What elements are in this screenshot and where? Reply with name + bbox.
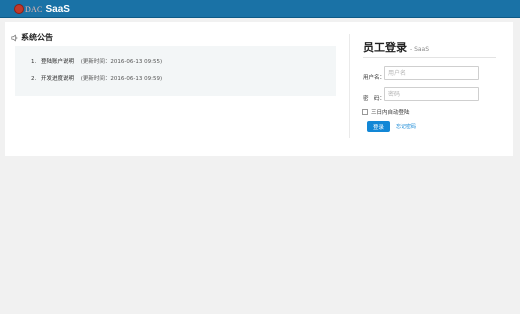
notice-item[interactable]: 1. 登陆账户说明 (更新时间：2016-06-13 09:55)	[31, 57, 162, 65]
login-subtitle: - SaaS	[410, 46, 430, 53]
notice-link[interactable]: 登陆账户说明	[41, 59, 74, 65]
login-title: 员工登录	[363, 41, 407, 54]
remember-label[interactable]: 三日内自动登陆	[371, 108, 410, 116]
forgot-password-link[interactable]: 忘记密码	[396, 123, 416, 130]
notice-time: (更新时间：2016-06-13 09:55)	[80, 59, 163, 65]
username-label: 用户名：	[363, 75, 386, 81]
speaker-icon	[11, 34, 18, 41]
logo-brand: DAC	[25, 4, 43, 14]
password-label: 密 码：	[363, 96, 386, 102]
notice-time: (更新时间：2016-06-13 09:59)	[80, 76, 163, 82]
login-button[interactable]: 登录	[367, 121, 390, 132]
notice-number: 1.	[31, 59, 37, 65]
logo-mark-icon	[14, 4, 24, 14]
notice-number: 2.	[31, 76, 37, 82]
password-input[interactable]	[384, 87, 479, 101]
vertical-divider	[349, 34, 350, 138]
login-header: 员工登录 - SaaS	[363, 39, 429, 55]
notice-title: 系统公告	[21, 33, 53, 42]
notice-item[interactable]: 2. 开发进度说明 (更新时间：2016-06-13 09:59)	[31, 74, 162, 82]
main-card: 系统公告 1. 登陆账户说明 (更新时间：2016-06-13 09:55) 2…	[5, 22, 513, 156]
remember-row: 三日内自动登陆	[362, 108, 410, 116]
notice-list: 1. 登陆账户说明 (更新时间：2016-06-13 09:55) 2. 开发进…	[15, 46, 336, 96]
login-divider	[363, 57, 496, 58]
username-input[interactable]	[384, 66, 479, 80]
remember-checkbox[interactable]	[362, 109, 368, 115]
notice-link[interactable]: 开发进度说明	[41, 76, 74, 82]
logo[interactable]: DAC SaaS	[14, 3, 70, 15]
top-bar: DAC SaaS	[0, 0, 520, 18]
notice-header: 系统公告	[11, 32, 53, 43]
logo-product: SaaS	[45, 3, 70, 15]
